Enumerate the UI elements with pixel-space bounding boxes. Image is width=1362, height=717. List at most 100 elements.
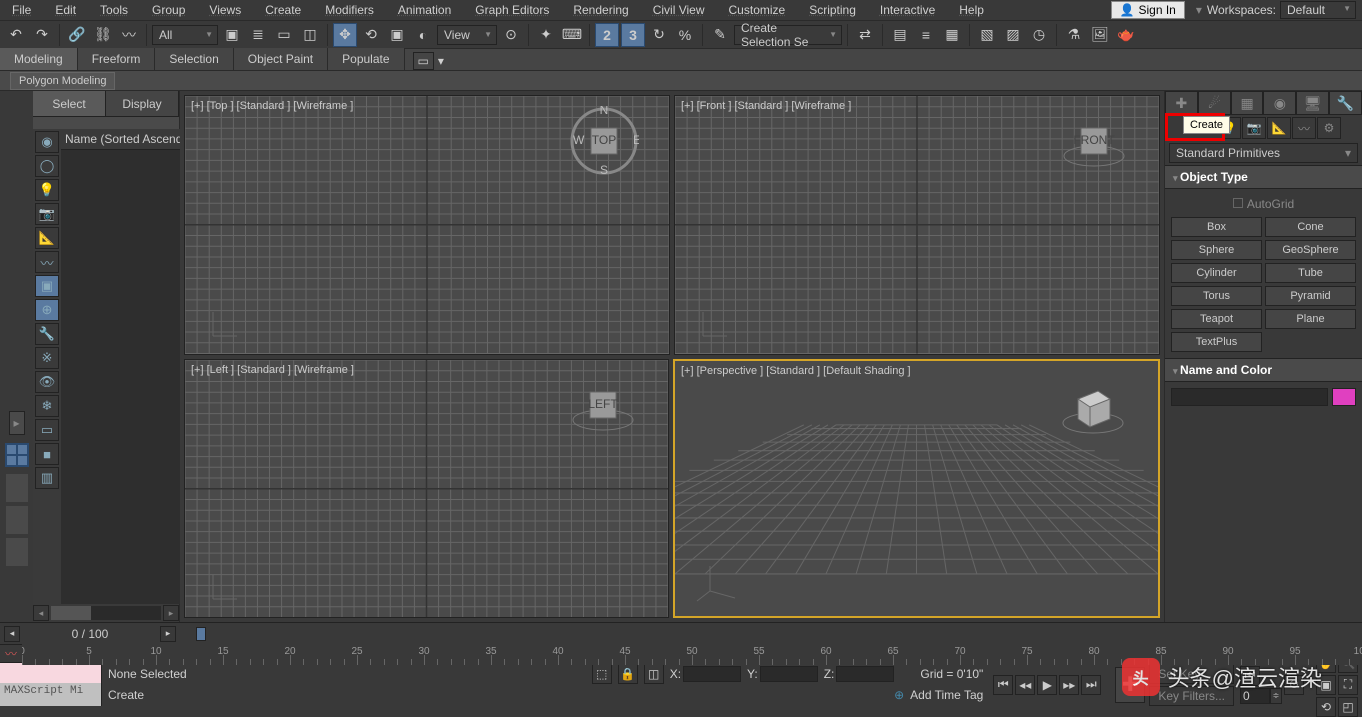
filter-invert-icon[interactable]: ▥ xyxy=(35,467,59,489)
schematic-view-button[interactable]: ▨ xyxy=(1001,23,1025,47)
filter-bone-icon[interactable]: 🔧 xyxy=(35,323,59,345)
filter-xrefs-icon[interactable]: ⊕ xyxy=(35,299,59,321)
cat-cameras[interactable]: 📷 xyxy=(1242,117,1266,139)
primitive-type-dropdown[interactable]: Standard Primitives xyxy=(1169,143,1358,163)
ref-coord-dropdown[interactable]: View xyxy=(437,25,497,45)
menu-file[interactable]: File xyxy=(0,0,43,20)
undo-button[interactable]: ↶ xyxy=(4,23,28,47)
render-button[interactable]: 🫖 xyxy=(1114,23,1138,47)
btn-geosphere[interactable]: GeoSphere xyxy=(1265,240,1356,260)
snap-toggle-button[interactable]: 2 xyxy=(595,23,619,47)
select-by-name-button[interactable]: ≣ xyxy=(246,23,270,47)
btn-box[interactable]: Box xyxy=(1171,217,1262,237)
ribbon-populate[interactable]: Populate xyxy=(328,48,404,70)
menu-animation[interactable]: Animation xyxy=(386,0,463,20)
ribbon-arrow-icon[interactable]: ▾ xyxy=(438,54,444,68)
ribbon-toggle-icon[interactable]: ▭ xyxy=(413,52,434,70)
btn-textplus[interactable]: TextPlus xyxy=(1171,332,1262,352)
viewport-front-label[interactable]: [+] [Front ] [Standard ] [Wireframe ] xyxy=(681,100,851,112)
time-slider[interactable] xyxy=(196,623,1362,645)
tab-modify[interactable]: ☄ xyxy=(1198,91,1231,115)
ribbon-freeform[interactable]: Freeform xyxy=(78,48,156,70)
menu-help[interactable]: Help xyxy=(947,0,996,20)
menu-customize[interactable]: Customize xyxy=(717,0,798,20)
lock-icon[interactable]: 🔒 xyxy=(618,664,638,684)
btn-torus[interactable]: Torus xyxy=(1171,286,1262,306)
cat-systems[interactable]: ⚙ xyxy=(1317,117,1341,139)
btn-sphere[interactable]: Sphere xyxy=(1171,240,1262,260)
filter-spacewarps-icon[interactable]: 〰 xyxy=(35,251,59,273)
time-slider-handle[interactable] xyxy=(196,627,206,641)
move-button[interactable]: ✥ xyxy=(333,23,357,47)
angle-snap-button[interactable]: 3 xyxy=(621,23,645,47)
menu-views[interactable]: Views xyxy=(197,0,253,20)
rollout-name-color[interactable]: Name and Color xyxy=(1165,358,1362,382)
unlink-button[interactable]: ⛓ xyxy=(91,23,115,47)
bind-button[interactable]: 〰 xyxy=(117,23,141,47)
coord-x-input[interactable] xyxy=(683,666,741,682)
tab-create[interactable]: ✚ xyxy=(1165,91,1198,115)
menu-scripting[interactable]: Scripting xyxy=(797,0,868,20)
zoom-extents-button[interactable]: ⛶ xyxy=(1338,675,1358,695)
next-frame-button[interactable]: ▸▸ xyxy=(1059,675,1079,695)
rollout-object-type[interactable]: Object Type xyxy=(1165,165,1362,189)
coord-y-input[interactable] xyxy=(760,666,818,682)
filter-hidden-icon[interactable]: 👁 xyxy=(35,371,59,393)
isolate-button[interactable]: ◫ xyxy=(644,664,664,684)
maxscript-output[interactable] xyxy=(0,663,101,683)
viewport-front[interactable]: [+] [Front ] [Standard ] [Wireframe ] FR… xyxy=(674,95,1160,355)
menu-civilview[interactable]: Civil View xyxy=(641,0,717,20)
btn-tube[interactable]: Tube xyxy=(1265,263,1356,283)
rotate-button[interactable]: ⟲ xyxy=(359,23,383,47)
viewport-persp-label[interactable]: [+] [Perspective ] [Standard ] [Default … xyxy=(681,365,911,377)
signin-dropdown[interactable]: ▾ xyxy=(1191,3,1207,17)
placement-button[interactable]: ◐ xyxy=(411,23,435,47)
maxscript-input[interactable]: MAXScript Mi xyxy=(0,683,101,707)
menu-create[interactable]: Create xyxy=(253,0,313,20)
tab-hierarchy[interactable]: ▦ xyxy=(1231,91,1264,115)
filter-cameras-icon[interactable]: 📷 xyxy=(35,203,59,225)
ribbon-objectpaint[interactable]: Object Paint xyxy=(234,48,328,70)
ribbon-modeling[interactable]: Modeling xyxy=(0,48,78,70)
mirror-button[interactable]: ⇄ xyxy=(853,23,877,47)
viewport-layout-button[interactable] xyxy=(5,443,29,467)
named-selection-dropdown[interactable]: Create Selection Se xyxy=(734,25,842,45)
tab-display[interactable]: 🖥 xyxy=(1296,91,1329,115)
filter-all-icon[interactable]: ■ xyxy=(35,443,59,465)
menu-interactive[interactable]: Interactive xyxy=(868,0,947,20)
orbit-button[interactable]: ⟲ xyxy=(1316,697,1336,717)
viewport-top-label[interactable]: [+] [Top ] [Standard ] [Wireframe ] xyxy=(191,100,353,112)
ribbon-selection[interactable]: Selection xyxy=(155,48,233,70)
mini-curve-icon[interactable]: 〰 xyxy=(0,645,22,662)
btn-cylinder[interactable]: Cylinder xyxy=(1171,263,1262,283)
play-button[interactable]: ▶ xyxy=(1037,675,1057,695)
left-slot-3[interactable] xyxy=(5,537,29,567)
scene-tab-display[interactable]: Display xyxy=(106,91,179,116)
select-object-button[interactable]: ▣ xyxy=(220,23,244,47)
menu-rendering[interactable]: Rendering xyxy=(561,0,640,20)
ribbon-polygon-modeling[interactable]: Polygon Modeling xyxy=(10,72,115,90)
scene-tab-select[interactable]: Select xyxy=(33,91,106,116)
filter-point-icon[interactable]: ※ xyxy=(35,347,59,369)
link-button[interactable]: 🔗 xyxy=(65,23,89,47)
render-frame-button[interactable]: 🖼 xyxy=(1088,23,1112,47)
window-crossing-button[interactable]: ◫ xyxy=(298,23,322,47)
object-color-swatch[interactable] xyxy=(1332,388,1356,406)
flyout-toggle[interactable]: ▸ xyxy=(9,411,25,435)
viewcube-left[interactable]: LEFT xyxy=(568,370,638,440)
sign-in-button[interactable]: 👤Sign In xyxy=(1111,1,1185,19)
viewport-left-label[interactable]: [+] [Left ] [Standard ] [Wireframe ] xyxy=(191,364,354,376)
percent-snap-button[interactable]: ↻ xyxy=(647,23,671,47)
autogrid-checkbox[interactable]: AutoGrid xyxy=(1171,195,1356,217)
viewport-left[interactable]: [+] [Left ] [Standard ] [Wireframe ] LEF… xyxy=(184,359,669,619)
viewport-top[interactable]: [+] [Top ] [Standard ] [Wireframe ] TOPN… xyxy=(184,95,670,355)
frame-prev[interactable]: ◂ xyxy=(4,626,20,642)
btn-plane[interactable]: Plane xyxy=(1265,309,1356,329)
viewcube-front[interactable]: FRONT xyxy=(1059,106,1129,176)
spinner-snap-button[interactable]: % xyxy=(673,23,697,47)
workspace-dropdown[interactable]: Default xyxy=(1280,1,1356,19)
menu-grapheditors[interactable]: Graph Editors xyxy=(463,0,561,20)
filter-helpers-icon[interactable]: 📐 xyxy=(35,227,59,249)
left-slot-2[interactable] xyxy=(5,505,29,535)
goto-end-button[interactable]: ⏭ xyxy=(1081,675,1101,695)
